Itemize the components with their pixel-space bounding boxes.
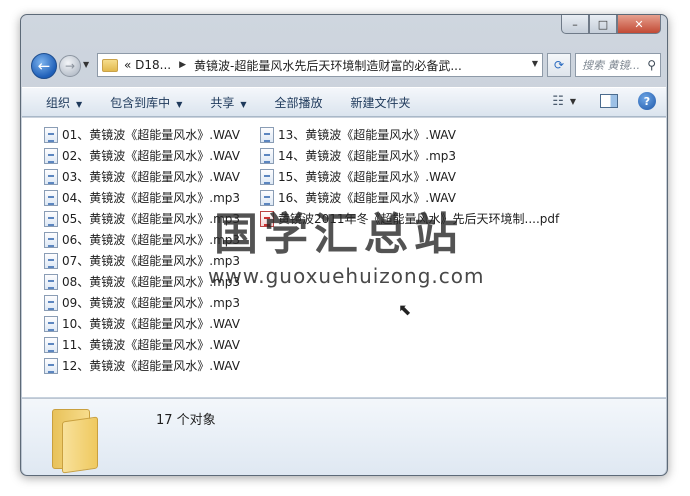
chevron-down-icon: ▼ bbox=[176, 99, 183, 109]
file-name: 02、黄镜波《超能量风水》.WAV bbox=[62, 149, 240, 163]
audio-file-icon bbox=[44, 168, 58, 185]
breadcrumb-current[interactable]: 黄镜波-超能量风水先后天环境制造财富的必备武... bbox=[194, 57, 462, 74]
file-name: 03、黄镜波《超能量风水》.WAV bbox=[62, 170, 240, 184]
audio-file-icon bbox=[44, 126, 58, 143]
mouse-cursor-icon: ⬉ bbox=[398, 300, 412, 319]
close-button[interactable]: ✕ bbox=[617, 15, 661, 34]
file-item[interactable]: 12、黄镜波《超能量风水》.WAV bbox=[44, 355, 240, 376]
file-name: 10、黄镜波《超能量风水》.WAV bbox=[62, 317, 240, 331]
breadcrumb-parent[interactable]: « D18... bbox=[124, 58, 171, 72]
include-in-library-button[interactable]: 包含到库中 ▼ bbox=[110, 94, 182, 111]
audio-file-icon bbox=[260, 126, 274, 143]
file-item[interactable]: 15、黄镜波《超能量风水》.WAV bbox=[260, 166, 456, 187]
file-name: 15、黄镜波《超能量风水》.WAV bbox=[278, 170, 456, 184]
file-item[interactable]: 14、黄镜波《超能量风水》.mp3 bbox=[260, 145, 456, 166]
file-item[interactable]: 05、黄镜波《超能量风水》.mp3 bbox=[44, 208, 240, 229]
audio-file-icon bbox=[44, 315, 58, 332]
audio-file-icon bbox=[260, 168, 274, 185]
minimize-icon: – bbox=[572, 17, 578, 31]
help-icon[interactable]: ? bbox=[638, 92, 656, 110]
file-name: 09、黄镜波《超能量风水》.mp3 bbox=[62, 296, 241, 310]
organize-label: 组织 bbox=[46, 95, 71, 110]
search-icon[interactable]: ⚲ bbox=[647, 58, 656, 72]
file-name: 14、黄镜波《超能量风水》.mp3 bbox=[278, 149, 457, 163]
file-item[interactable]: 06、黄镜波《超能量风水》.mp3 bbox=[44, 229, 240, 250]
preview-pane-icon[interactable] bbox=[600, 94, 618, 108]
audio-file-icon bbox=[44, 273, 58, 290]
file-item[interactable]: 04、黄镜波《超能量风水》.mp3 bbox=[44, 187, 240, 208]
chevron-down-icon: ▼ bbox=[240, 99, 247, 109]
file-item[interactable]: 01、黄镜波《超能量风水》.WAV bbox=[44, 124, 240, 145]
item-count: 17 个对象 bbox=[156, 413, 216, 428]
address-bar[interactable]: « D18... ▶ 黄镜波-超能量风水先后天环境制造财富的必备武... ▼ bbox=[97, 53, 543, 77]
include-in-library-label: 包含到库中 bbox=[110, 95, 171, 110]
file-item[interactable]: 03、黄镜波《超能量风水》.WAV bbox=[44, 166, 240, 187]
audio-file-icon bbox=[44, 189, 58, 206]
file-item[interactable]: 11、黄镜波《超能量风水》.WAV bbox=[44, 334, 240, 355]
search-input[interactable]: 搜索 黄镜... ⚲ bbox=[575, 53, 661, 77]
back-arrow-icon: ← bbox=[37, 57, 51, 75]
recent-pages-dropdown-icon[interactable]: ▼ bbox=[83, 60, 89, 69]
minimize-button[interactable]: – bbox=[561, 15, 589, 34]
play-all-button[interactable]: 全部播放 bbox=[275, 94, 323, 111]
share-button[interactable]: 共享 ▼ bbox=[210, 94, 246, 111]
search-placeholder: 搜索 黄镜... bbox=[582, 59, 640, 72]
file-name: 12、黄镜波《超能量风水》.WAV bbox=[62, 359, 240, 373]
chevron-down-icon: ▼ bbox=[76, 99, 83, 109]
file-item[interactable]: 10、黄镜波《超能量风水》.WAV bbox=[44, 313, 240, 334]
refresh-button[interactable]: ⟳ bbox=[547, 53, 571, 77]
audio-file-icon bbox=[44, 231, 58, 248]
file-name: 11、黄镜波《超能量风水》.WAV bbox=[62, 338, 240, 352]
new-folder-label: 新建文件夹 bbox=[350, 95, 411, 110]
audio-file-icon bbox=[44, 210, 58, 227]
new-folder-button[interactable]: 新建文件夹 bbox=[351, 94, 411, 111]
maximize-button[interactable]: □ bbox=[589, 15, 617, 34]
organize-menu-button[interactable]: 组织 ▼ bbox=[46, 94, 82, 111]
audio-file-icon bbox=[44, 252, 58, 269]
audio-file-icon bbox=[260, 147, 274, 164]
file-name: 01、黄镜波《超能量风水》.WAV bbox=[62, 128, 240, 142]
breadcrumb-separator-icon[interactable]: ▶ bbox=[179, 60, 186, 70]
watermark-title: 国学汇总站 bbox=[214, 209, 464, 260]
audio-file-icon bbox=[44, 294, 58, 311]
watermark-url: www.guoxuehuizong.com bbox=[208, 264, 485, 288]
maximize-icon: □ bbox=[597, 17, 609, 31]
back-button[interactable]: ← bbox=[31, 53, 57, 79]
caption-buttons: – □ ✕ bbox=[561, 15, 661, 34]
navigation-bar: ← → ▼ « D18... ▶ 黄镜波-超能量风水先后天环境制造财富的必备武.… bbox=[29, 51, 663, 81]
views-dropdown-icon[interactable]: ▼ bbox=[570, 97, 576, 106]
forward-arrow-icon: → bbox=[64, 59, 76, 73]
share-label: 共享 bbox=[210, 95, 235, 110]
file-item[interactable]: 09、黄镜波《超能量风水》.mp3 bbox=[44, 292, 240, 313]
details-pane: 17 个对象 bbox=[22, 399, 666, 475]
audio-file-icon bbox=[44, 147, 58, 164]
views-icon[interactable]: ☷ bbox=[552, 94, 564, 109]
play-all-label: 全部播放 bbox=[274, 95, 323, 110]
file-name: 13、黄镜波《超能量风水》.WAV bbox=[278, 128, 456, 142]
large-folder-icon bbox=[52, 407, 100, 474]
address-dropdown-icon[interactable]: ▼ bbox=[532, 59, 538, 68]
audio-file-icon bbox=[44, 357, 58, 374]
file-item[interactable]: 02、黄镜波《超能量风水》.WAV bbox=[44, 145, 240, 166]
file-item[interactable]: 13、黄镜波《超能量风水》.WAV bbox=[260, 124, 456, 145]
refresh-icon: ⟳ bbox=[553, 58, 565, 72]
audio-file-icon bbox=[44, 336, 58, 353]
close-icon: ✕ bbox=[634, 17, 644, 31]
forward-button[interactable]: → bbox=[59, 55, 81, 77]
folder-icon bbox=[102, 58, 118, 72]
command-toolbar: 组织 ▼ 包含到库中 ▼ 共享 ▼ 全部播放 新建文件夹 ☷ ▼ ? bbox=[22, 87, 666, 117]
toolbar-right: ☷ ▼ ? bbox=[552, 92, 656, 110]
